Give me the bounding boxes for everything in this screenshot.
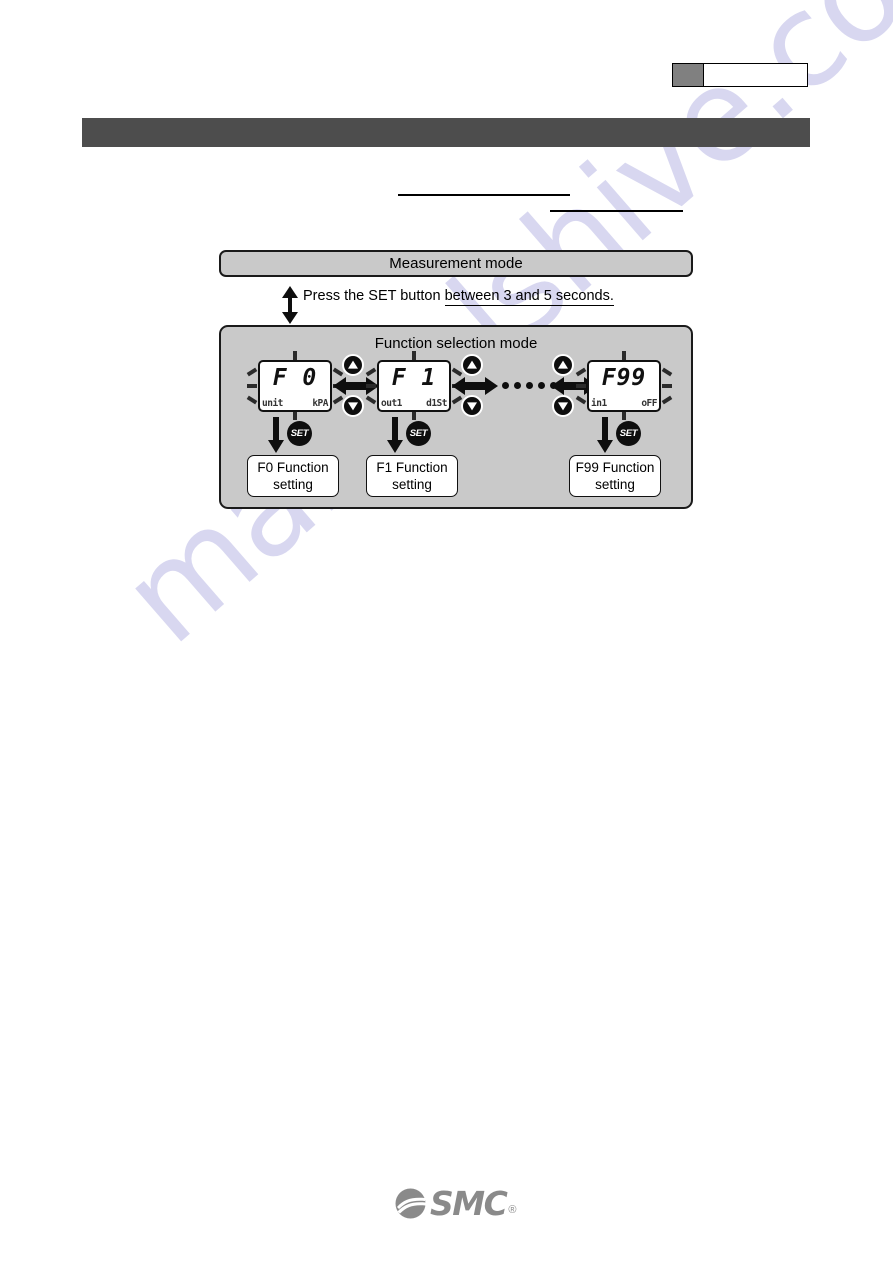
smc-logo-text: SMC [430,1184,508,1223]
set-badge-f0: SET [287,421,312,446]
transition-instruction-underlined: between 3 and 5 seconds. [444,288,614,306]
set-badge-f99: SET [616,421,641,446]
f1-function-setting-line2: setting [392,477,432,492]
f0-function-setting-line1: F0 Function [257,460,329,475]
section-title-bar [82,118,810,147]
f0-function-setting-box: F0 Function setting [247,455,339,497]
lcd-display-f0: F 0 unit kPA [246,351,344,420]
flash-tick-left-2-icon [366,384,376,388]
function-selection-mode-box: Function selection mode F 0 unit kPA SET… [219,325,693,509]
lcd-sub-right-f1: d1St [426,398,447,409]
underline-rule-1 [398,194,570,196]
flash-tick-bottom-icon [412,412,416,420]
measurement-mode-label: Measurement mode [389,255,523,272]
smc-swirl-icon [395,1188,426,1219]
flash-tick-left-2-icon [576,384,586,388]
mode-flow-diagram: Measurement mode Press the SET button be… [0,0,893,1263]
lcd-main-value-f0: F 0 [272,365,318,391]
lcd-sub-left-f1: out1 [381,398,402,409]
underline-rule-2 [550,210,683,212]
down-arrow-to-f0-setting-icon [268,417,284,453]
f0-function-setting-line2: setting [273,477,313,492]
down-button-f0[interactable] [342,395,364,417]
down-arrow-to-f99-setting-icon [597,417,613,453]
ellipsis-dots [502,382,557,389]
flash-tick-right-2-icon [662,384,672,388]
flash-tick-top-icon [293,351,297,360]
f99-function-setting-line2: setting [595,477,635,492]
set-badge-label-f0: SET [290,428,309,439]
flash-tick-left-3-icon [246,395,258,405]
set-badge-label-f99: SET [619,428,638,439]
manual-page: manualshive.com Measurement mode Press t… [0,0,893,1263]
page-number-white-segment [704,64,807,86]
lcd-sub-left-f0: unit [262,398,283,409]
down-arrow-to-f1-setting-icon [387,417,403,453]
flash-tick-right-3-icon [661,395,673,405]
flash-tick-left-1-icon [246,367,258,377]
transition-instruction: Press the SET button between 3 and 5 sec… [303,288,614,306]
lcd-display-f1: F 1 out1 d1St [365,351,463,420]
up-button-f0[interactable] [342,354,364,376]
lcd-display-f99: F99 in1 oFF [575,351,673,420]
flash-tick-top-icon [412,351,416,360]
f99-function-setting-box: F99 Function setting [569,455,661,497]
ellipsis-dot [502,382,509,389]
vertical-double-arrow-icon [281,286,299,324]
page-number-gray-segment [673,64,704,86]
ellipsis-dot [526,382,533,389]
f1-function-setting-box: F1 Function setting [366,455,458,497]
page-number-box [672,63,808,87]
up-button-f1[interactable] [461,354,483,376]
set-badge-f1: SET [406,421,431,446]
lcd-sub-right-f0: kPA [312,398,328,409]
flash-tick-bottom-icon [622,412,626,420]
flash-tick-left-2-icon [247,384,257,388]
lcd-main-value-f99: F99 [601,365,647,391]
transition-instruction-prefix: Press the SET button [303,288,445,304]
horizontal-double-arrow-2-icon [452,375,498,397]
down-button-f1[interactable] [461,395,483,417]
flash-tick-right-1-icon [661,367,673,377]
smc-registered-mark: ® [508,1204,517,1216]
lcd-sub-right-f99: oFF [641,398,657,409]
f1-function-setting-line1: F1 Function [376,460,448,475]
lcd-sub-left-f99: in1 [591,398,607,409]
smc-logo: SMC ® [395,1184,517,1223]
down-button-f99[interactable] [552,395,574,417]
f99-function-setting-line1: F99 Function [575,460,655,475]
set-badge-label-f1: SET [409,428,428,439]
flash-tick-bottom-icon [293,412,297,420]
flash-tick-top-icon [622,351,626,360]
lcd-main-value-f1: F 1 [391,365,437,391]
up-button-f99[interactable] [552,354,574,376]
ellipsis-dot [514,382,521,389]
measurement-mode-box: Measurement mode [219,250,693,277]
function-selection-mode-title: Function selection mode [374,335,538,352]
ellipsis-dot [538,382,545,389]
